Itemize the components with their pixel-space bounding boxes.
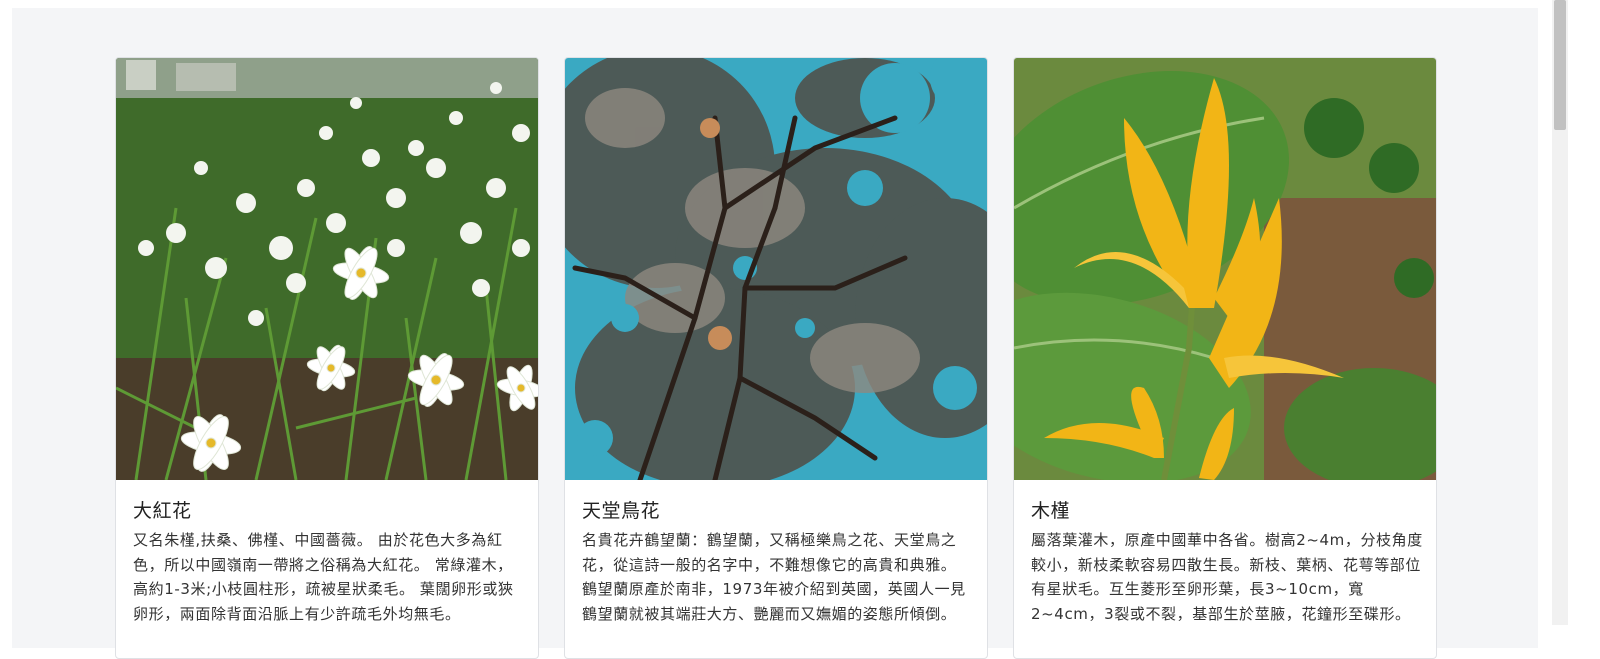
white-rain-lily-flowers-photo — [116, 58, 538, 480]
yellow-canna-flower-photo — [1014, 58, 1436, 480]
flower-card-3[interactable]: 木槿 屬落葉灌木，原產中國華中各省。樹高2~4m，分枝角度較小，新枝柔軟容易四散… — [1013, 57, 1437, 659]
flower-card-2[interactable]: 天堂鳥花 名貴花卉鶴望蘭：鶴望蘭，又稱極樂鳥之花、天堂鳥之花，從這詩一般的名字中… — [564, 57, 988, 659]
card-title: 木槿 — [1031, 500, 1071, 522]
card-description: 名貴花卉鶴望蘭：鶴望蘭，又稱極樂鳥之花、天堂鳥之花，從這詩一般的名字中，不難想像… — [582, 531, 966, 623]
card-title: 大紅花 — [133, 500, 192, 522]
scrollbar-thumb[interactable] — [1554, 0, 1566, 130]
vertical-scrollbar[interactable] — [1552, 0, 1568, 625]
card-description: 又名朱槿,扶桑、佛槿、中國薔薇。 由於花色大多為紅色，所以中國嶺南一帶將之俗稱為… — [133, 531, 514, 623]
card-description: 屬落葉灌木，原產中國華中各省。樹高2~4m，分枝角度較小，新枝柔軟容易四散生長。… — [1031, 531, 1423, 623]
card-title: 天堂鳥花 — [582, 500, 661, 522]
pine-tree-branches-sky-photo — [565, 58, 987, 480]
flower-card-1[interactable]: 大紅花 又名朱槿,扶桑、佛槿、中國薔薇。 由於花色大多為紅色，所以中國嶺南一帶將… — [115, 57, 539, 659]
